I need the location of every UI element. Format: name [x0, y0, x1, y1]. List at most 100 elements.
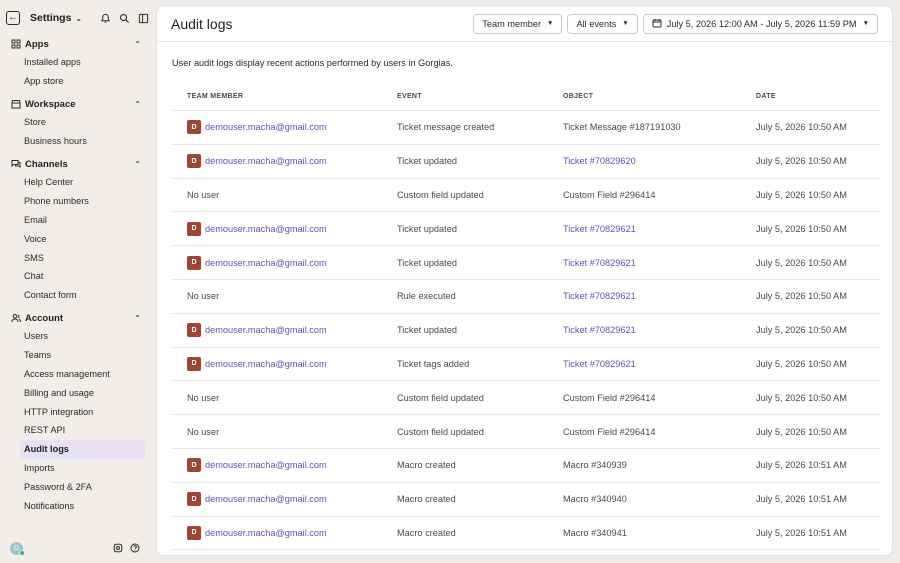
member-email-link[interactable]: demouser.macha@gmail.com	[205, 156, 327, 166]
object-link[interactable]: Ticket #70829621	[563, 359, 756, 369]
member-email-link[interactable]: demouser.macha@gmail.com	[205, 122, 327, 132]
chevron-up-icon[interactable]: ⌃	[134, 40, 141, 49]
section-header-apps[interactable]: Apps ⌃	[0, 35, 155, 53]
section-header-account[interactable]: Account ⌃	[0, 309, 155, 327]
bell-icon[interactable]	[99, 12, 112, 25]
sidebar-item-billing-and-usage[interactable]: Billing and usage	[0, 383, 145, 402]
help-icon[interactable]	[129, 543, 140, 554]
sidebar-item-imports[interactable]: Imports	[0, 459, 145, 478]
search-icon[interactable]	[118, 12, 131, 25]
team-member-cell: Ddemouser.macha@gmail.com	[171, 356, 397, 371]
date-cell: July 5, 2026 10:50 AM	[756, 223, 847, 234]
date-cell: July 5, 2026 10:51 AM	[756, 460, 847, 471]
sidebar-item-notifications[interactable]: Notifications	[0, 496, 145, 515]
table-row[interactable]: Ddemouser.macha@gmail.com Ticket updated T…	[171, 145, 880, 179]
team-member-cell: No user	[171, 393, 397, 403]
section-header-channels[interactable]: Channels ⌃	[0, 155, 155, 173]
object-link[interactable]: Ticket #70829621	[563, 325, 756, 335]
sidebar-item-phone-numbers[interactable]: Phone numbers	[0, 192, 145, 211]
sidebar-item-users[interactable]: Users	[0, 327, 145, 346]
chevron-up-icon[interactable]: ⌃	[134, 160, 141, 169]
section-label: Account	[25, 312, 63, 324]
user-avatar[interactable]: D	[10, 541, 25, 556]
object-cell: Macro #340940	[563, 494, 627, 505]
member-avatar: D	[187, 525, 201, 540]
sidebar-item-help-center[interactable]: Help Center	[0, 173, 145, 192]
team-member-cell: Ddemouser.macha@gmail.com	[171, 255, 397, 270]
sidebar-item-business-hours[interactable]: Business hours	[0, 132, 145, 151]
sidebar-item-access-management[interactable]: Access management	[0, 365, 145, 384]
chevron-up-icon[interactable]: ⌃	[134, 100, 141, 109]
table-row[interactable]: Ddemouser.macha@gmail.com Ticket updated T…	[171, 212, 880, 247]
sidebar-item-email[interactable]: Email	[0, 211, 145, 230]
sidebar-item-voice[interactable]: Voice	[0, 229, 145, 248]
object-cell: Custom Field #296414	[563, 426, 656, 437]
dropdown-caret-icon: ▼	[862, 20, 869, 27]
table-row[interactable]: Ddemouser.macha@gmail.com Macro created Ma…	[171, 483, 880, 517]
member-email-link[interactable]: demouser.macha@gmail.com	[205, 325, 327, 335]
column-header-date: DATE	[756, 92, 776, 100]
sidebar-collapse-icon[interactable]	[137, 12, 150, 25]
member-avatar: D	[187, 323, 201, 338]
sidebar-item-chat[interactable]: Chat	[0, 267, 145, 286]
settings-sidebar: ← Settings ⌄ Apps ⌃ Installed apps App s…	[0, 0, 155, 563]
filter-bar: Team member ▼ All events ▼ July 5, 2026 …	[473, 13, 878, 34]
sidebar-item-app-store[interactable]: App store	[0, 72, 145, 91]
table-row[interactable]: No user Rule executed Ticket #70829621 July…	[171, 280, 880, 314]
table-row[interactable]: Ddemouser.macha@gmail.com Macro created Ma…	[171, 517, 880, 551]
team-member-filter-label: Team member	[482, 18, 542, 29]
member-email-link[interactable]: demouser.macha@gmail.com	[205, 359, 327, 369]
sidebar-item-store[interactable]: Store	[0, 113, 145, 132]
chevron-down-icon: ⌄	[75, 13, 83, 23]
member-email-link[interactable]: demouser.macha@gmail.com	[205, 494, 327, 504]
table-row[interactable]: Ddemouser.macha@gmail.com Ticket updated T…	[171, 314, 880, 348]
object-link[interactable]: Ticket #70829621	[563, 258, 756, 268]
object-link[interactable]: Ticket #70829621	[563, 224, 756, 234]
table-row[interactable]: Ddemouser.macha@gmail.com Macro created Ma…	[171, 449, 880, 483]
sidebar-item-http-integration[interactable]: HTTP integration	[0, 402, 145, 421]
sidebar-item-rest-api[interactable]: REST API	[0, 421, 145, 440]
table-body: Ddemouser.macha@gmail.com Ticket message …	[171, 111, 880, 551]
sidebar-item-sms[interactable]: SMS	[0, 248, 145, 267]
object-link[interactable]: Ticket #70829621	[563, 291, 756, 301]
page-title: Audit logs	[171, 15, 233, 32]
event-cell: Rule executed	[397, 291, 456, 302]
events-filter[interactable]: All events ▼	[567, 13, 638, 34]
member-none: No user	[187, 426, 220, 437]
table-row[interactable]: No user Custom field updated Custom Field …	[171, 381, 880, 416]
date-range-picker[interactable]: July 5, 2026 12:00 AM - July 5, 2026 11:…	[642, 13, 878, 34]
member-email-link[interactable]: demouser.macha@gmail.com	[205, 258, 327, 268]
online-status-dot	[19, 549, 25, 556]
event-cell: Custom field updated	[397, 426, 484, 437]
sidebar-item-installed-apps[interactable]: Installed apps	[0, 53, 145, 72]
table-row[interactable]: Ddemouser.macha@gmail.com Ticket tags add…	[171, 348, 880, 382]
member-email-link[interactable]: demouser.macha@gmail.com	[205, 528, 327, 538]
sidebar-section-workspace: Workspace ⌃ Store Business hours	[0, 95, 155, 151]
date-cell: July 5, 2026 10:50 AM	[756, 291, 847, 302]
sidebar-item-password-2fa[interactable]: Password & 2FA	[0, 477, 145, 496]
sidebar-item-audit-logs[interactable]: Audit logs	[20, 439, 145, 459]
column-header-event: EVENT	[397, 92, 422, 100]
chevron-up-icon[interactable]: ⌃	[134, 314, 141, 323]
team-member-cell: No user	[171, 190, 397, 200]
object-cell: Macro #340941	[563, 527, 627, 538]
table-row[interactable]: Ddemouser.macha@gmail.com Ticket updated T…	[171, 246, 880, 280]
sidebar-item-contact-form[interactable]: Contact form	[0, 286, 145, 305]
team-member-filter[interactable]: Team member ▼	[473, 13, 563, 34]
section-label: Channels	[25, 158, 68, 170]
section-header-workspace[interactable]: Workspace ⌃	[0, 95, 155, 113]
gear-icon[interactable]	[112, 543, 123, 554]
object-cell: Ticket Message #187191030	[563, 122, 681, 133]
table-row[interactable]: Ddemouser.macha@gmail.com Ticket message …	[171, 111, 880, 145]
object-link[interactable]: Ticket #70829620	[563, 156, 756, 166]
event-cell: Macro created	[397, 460, 456, 471]
table-row[interactable]: No user Custom field updated Custom Field …	[171, 415, 880, 449]
sidebar-item-teams[interactable]: Teams	[0, 346, 145, 365]
date-cell: July 5, 2026 10:50 AM	[756, 325, 847, 336]
page-description: User audit logs display recent actions p…	[172, 58, 453, 68]
member-email-link[interactable]: demouser.macha@gmail.com	[205, 460, 327, 470]
table-row[interactable]: No user Custom field updated Custom Field …	[171, 179, 880, 213]
settings-menu-toggle[interactable]: Settings ⌄	[30, 12, 82, 24]
member-email-link[interactable]: demouser.macha@gmail.com	[205, 224, 327, 234]
back-arrow-icon[interactable]: ←	[6, 11, 20, 25]
